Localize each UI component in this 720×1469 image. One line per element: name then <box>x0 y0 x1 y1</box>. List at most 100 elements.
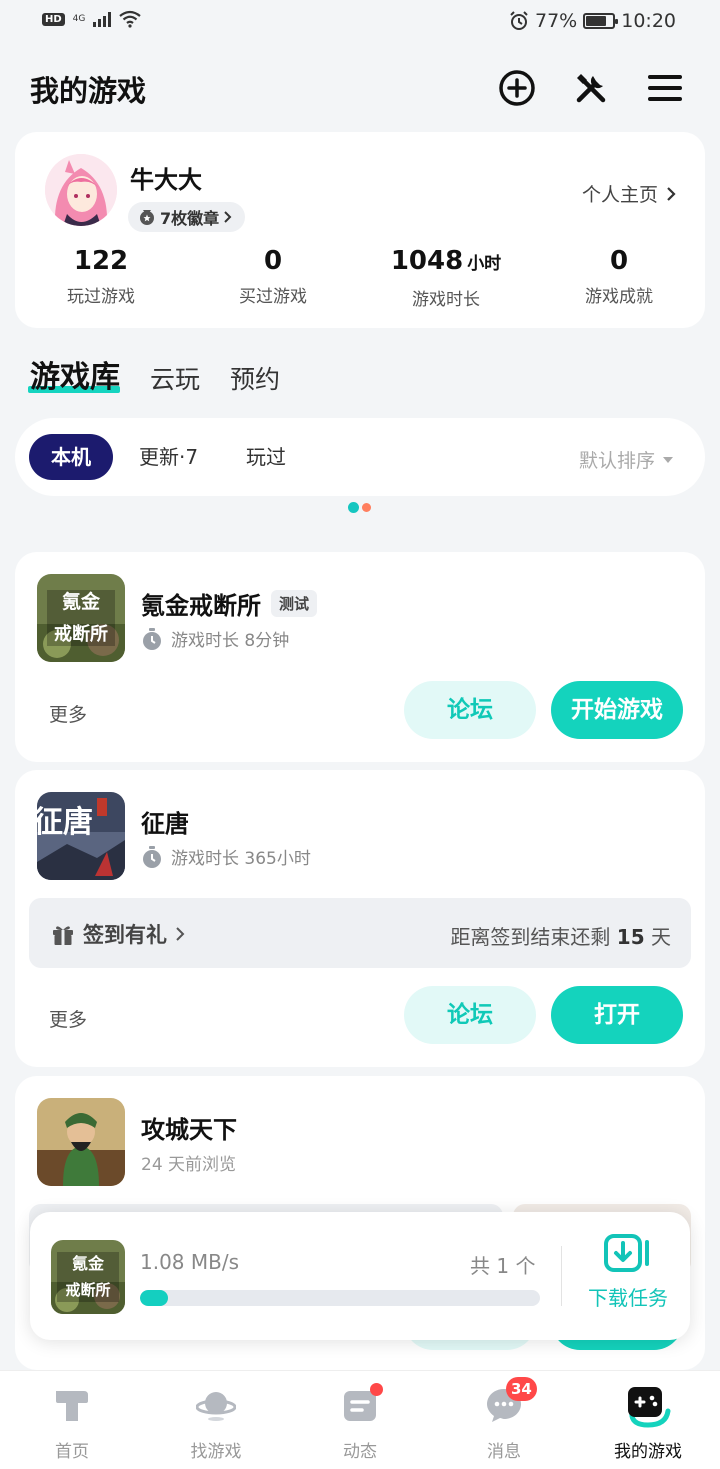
battery-icon <box>583 13 619 29</box>
stat-bought[interactable]: 0 买过游戏 <box>187 242 359 307</box>
nav-my-games[interactable]: 我的游戏 <box>576 1371 720 1469</box>
page-title: 我的游戏 <box>30 74 147 108</box>
stat-achievements[interactable]: 0 游戏成就 <box>533 242 705 307</box>
badge-label: 7枚徽章 <box>160 209 220 228</box>
notification-dot <box>370 1383 383 1396</box>
chip-local[interactable]: 本机 <box>29 434 113 480</box>
chevron-right-icon <box>667 186 676 201</box>
tab-reserve[interactable]: 预约 <box>230 360 280 396</box>
download-progress-bar <box>140 1290 540 1306</box>
playtime-text: 游戏时长 365小时 <box>171 849 311 869</box>
download-icon-text: 氪金 <box>72 1254 105 1273</box>
home-icon <box>56 1391 88 1421</box>
stat-label: 买过游戏 <box>239 287 307 307</box>
medal-icon <box>140 210 154 225</box>
stat-playtime[interactable]: 1048 小时 游戏时长 <box>360 242 532 310</box>
download-game-icon: 氪金 戒断所 <box>51 1240 125 1314</box>
clock: 10:20 <box>621 10 676 32</box>
alarm-icon <box>510 11 528 30</box>
download-tasks-label: 下载任务 <box>588 1286 668 1310</box>
nav-label: 动态 <box>343 1442 377 1462</box>
download-tasks-button[interactable]: 下载任务 <box>578 1232 678 1311</box>
stat-value: 0 <box>263 246 283 276</box>
nav-label: 我的游戏 <box>614 1442 682 1462</box>
game-icon[interactable]: 氪金 戒断所 <box>37 574 125 662</box>
game-card[interactable]: 征唐 征唐 游戏时长 365小时 签到有礼 距离签到结束还剩 15 天 更多 论… <box>15 770 705 1067</box>
hd-indicator: HD <box>42 12 65 26</box>
stat-value: 122 <box>73 246 129 276</box>
add-circle-icon[interactable] <box>497 68 537 108</box>
caret-down-icon <box>663 456 673 463</box>
game-name: 征唐 <box>141 810 189 838</box>
signin-countdown: 距离签到结束还剩 15 天 <box>450 925 671 949</box>
more-button[interactable]: 更多 <box>49 700 87 727</box>
chip-played[interactable]: 玩过 <box>246 434 286 480</box>
page-indicator <box>348 502 371 513</box>
game-icon[interactable] <box>37 1098 125 1186</box>
browsed-text: 24 天前浏览 <box>141 1155 237 1175</box>
message-count-badge: 34 <box>506 1377 537 1401</box>
download-bar[interactable]: 氪金 戒断所 1.08 MB/s 共 1 个 下载任务 <box>30 1212 690 1340</box>
profile-card: 牛大大 7枚徽章 个人主页 122 玩过游戏 0 买过游戏 1048 小时 游戏时… <box>15 132 705 328</box>
nav-label: 首页 <box>55 1442 89 1462</box>
game-icon-text: 征唐 <box>37 805 93 840</box>
planet-icon <box>196 1392 236 1421</box>
bottom-nav: 首页 找游戏 动态 34 消息 我的游戏 <box>0 1370 720 1469</box>
battery-percent: 77% <box>535 10 578 32</box>
nav-feed[interactable]: 动态 <box>288 1371 432 1469</box>
download-icon-text: 戒断所 <box>65 1281 110 1299</box>
start-game-button[interactable]: 开始游戏 <box>551 681 683 739</box>
stat-label: 玩过游戏 <box>67 287 135 307</box>
avatar[interactable] <box>45 154 117 226</box>
stat-value: 0 <box>609 246 629 276</box>
download-task-icon <box>604 1234 649 1272</box>
download-count: 共 1 个 <box>470 1254 536 1278</box>
game-icon-text: 戒断所 <box>54 623 108 645</box>
stopwatch-icon <box>143 627 161 650</box>
nav-messages[interactable]: 34 消息 <box>432 1371 576 1469</box>
tab-library[interactable]: 游戏库 <box>28 352 120 396</box>
network-type: 4G <box>72 13 86 24</box>
tab-cloud[interactable]: 云玩 <box>150 360 200 396</box>
stopwatch-icon <box>143 845 161 868</box>
nav-discover[interactable]: 找游戏 <box>144 1371 288 1469</box>
tools-icon[interactable] <box>571 68 611 108</box>
filter-bar: 本机 更新·7 玩过 默认排序 <box>15 418 705 496</box>
download-progress-fill <box>140 1290 168 1306</box>
game-name: 氪金戒断所 <box>141 592 261 620</box>
nav-home[interactable]: 首页 <box>0 1371 144 1469</box>
gift-icon <box>53 926 73 945</box>
gamepad-icon <box>628 1387 671 1428</box>
signin-banner[interactable]: 签到有礼 距离签到结束还剩 15 天 <box>29 898 691 968</box>
signin-label: 签到有礼 <box>83 923 167 947</box>
game-card[interactable]: 氪金 戒断所 氪金戒断所 测试 游戏时长 8分钟 更多 论坛 开始游戏 <box>15 552 705 762</box>
playtime-text: 游戏时长 8分钟 <box>171 631 290 651</box>
nav-label: 消息 <box>487 1442 521 1462</box>
menu-icon[interactable] <box>645 68 685 108</box>
forum-button[interactable]: 论坛 <box>404 681 536 739</box>
nav-label: 找游戏 <box>190 1442 242 1462</box>
library-tabs: 游戏库 云玩 预约 <box>28 352 280 396</box>
stat-played[interactable]: 122 玩过游戏 <box>15 242 187 307</box>
stat-label: 游戏成就 <box>585 287 653 307</box>
game-icon-text: 氪金 <box>62 590 101 613</box>
status-bar: HD 4G 77% 10:20 <box>0 0 720 44</box>
username: 牛大大 <box>130 166 202 194</box>
chevron-right-icon <box>224 211 232 223</box>
profile-link[interactable]: 个人主页 <box>582 180 677 207</box>
chevron-right-icon <box>176 927 185 941</box>
download-speed: 1.08 MB/s <box>140 1250 240 1274</box>
signal-icon <box>93 11 112 27</box>
forum-button[interactable]: 论坛 <box>404 986 536 1044</box>
game-icon[interactable]: 征唐 <box>37 792 125 880</box>
app-header: 我的游戏 <box>0 56 720 120</box>
badge-button[interactable]: 7枚徽章 <box>128 202 246 232</box>
stat-unit: 小时 <box>467 254 502 274</box>
test-tag: 测试 <box>271 590 318 617</box>
profile-link-label: 个人主页 <box>581 184 658 206</box>
open-button[interactable]: 打开 <box>551 986 683 1044</box>
sort-dropdown[interactable]: 默认排序 <box>579 446 673 473</box>
sort-label: 默认排序 <box>578 450 655 472</box>
chip-updates[interactable]: 更新·7 <box>139 434 198 480</box>
more-button[interactable]: 更多 <box>49 1005 87 1032</box>
